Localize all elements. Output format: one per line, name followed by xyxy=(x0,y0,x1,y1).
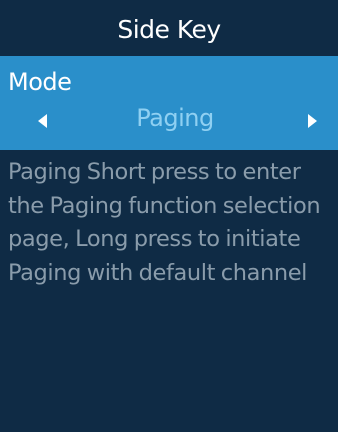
mode-value: Paging xyxy=(136,104,214,132)
mode-label: Mode xyxy=(8,68,72,96)
mode-setting-row[interactable]: Mode Paging xyxy=(0,56,338,150)
mode-selector[interactable]: Paging xyxy=(0,102,338,142)
triangle-right-icon[interactable] xyxy=(308,114,317,128)
page-title: Side Key xyxy=(117,14,221,44)
mode-description: Paging Short press to enter the Paging f… xyxy=(8,159,321,286)
side-key-screen: Side Key Mode Paging Paging Short press … xyxy=(0,0,338,432)
title-bar: Side Key xyxy=(0,0,338,56)
